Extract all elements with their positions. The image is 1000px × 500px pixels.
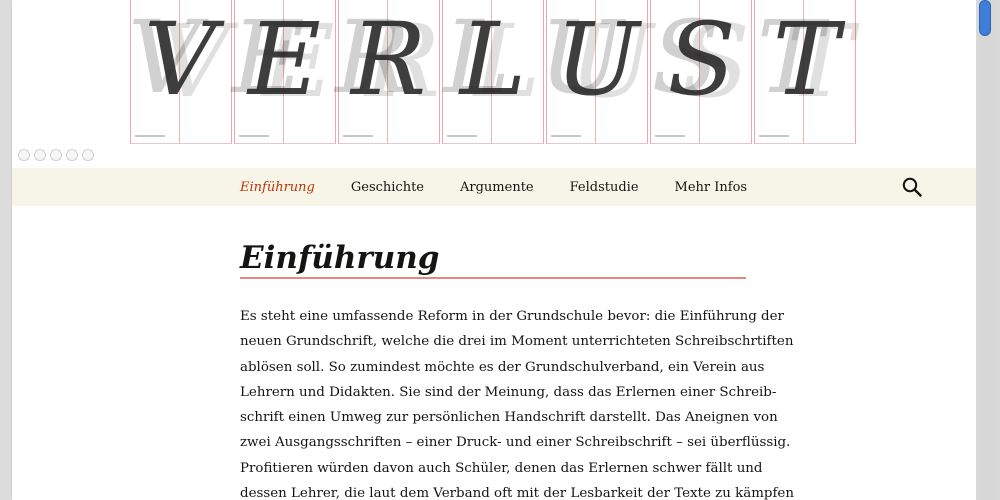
search-icon[interactable] bbox=[902, 177, 922, 197]
page-title: Einführung bbox=[240, 240, 440, 276]
slider-dot[interactable] bbox=[50, 149, 62, 161]
article-body: Es steht eine umfassende Reform in der G… bbox=[240, 304, 794, 500]
article-line: schrift einen Umweg zur persönlichen Han… bbox=[240, 410, 778, 426]
nav-item-argumente[interactable]: Argumente bbox=[460, 180, 534, 195]
browser-page: V V V E E E R R R L L L U U U S S S T T … bbox=[12, 0, 976, 500]
article-line: ablösen soll. So zumindest möchte es der… bbox=[240, 359, 765, 375]
banner-letter: T T T bbox=[756, 0, 854, 120]
banner-letter: L L L bbox=[443, 0, 541, 120]
title-divider bbox=[240, 277, 746, 279]
nav-item-einfuehrung[interactable]: Einführung bbox=[240, 180, 315, 195]
scrollbar-track[interactable] bbox=[978, 0, 994, 500]
nav-item-geschichte[interactable]: Geschichte bbox=[351, 180, 424, 195]
banner-letter: U U U bbox=[539, 0, 654, 120]
article-line: neuen Grundschrift, welche die drei im M… bbox=[240, 334, 794, 350]
scrollbar-thumb[interactable] bbox=[979, 0, 991, 36]
slider-dot[interactable] bbox=[82, 149, 94, 161]
nav-item-feldstudie[interactable]: Feldstudie bbox=[570, 180, 639, 195]
slider-dots bbox=[18, 149, 94, 161]
banner-letter: E E E bbox=[231, 0, 335, 120]
slider-dot[interactable] bbox=[18, 149, 30, 161]
banner-title: V V V E E E R R R L L L U U U S S S T T … bbox=[127, 0, 856, 145]
article-line: Es steht eine umfassende Reform in der G… bbox=[240, 309, 784, 324]
slider-dot[interactable] bbox=[34, 149, 46, 161]
main-navigation: Einführung Geschichte Argumente Feldstud… bbox=[12, 168, 976, 206]
slider-dot[interactable] bbox=[66, 149, 78, 161]
article-line: dessen Lehrer, die laut dem Verband oft … bbox=[240, 486, 794, 500]
article-content: Einführung Es steht eine umfassende Refo… bbox=[240, 206, 794, 500]
nav-item-mehr-infos[interactable]: Mehr Infos bbox=[675, 180, 748, 195]
banner-letter: S S S bbox=[651, 0, 750, 120]
banner-letter: V V V bbox=[127, 0, 231, 120]
article-line: zwei Ausgangsschriften – einer Druck- un… bbox=[240, 435, 791, 451]
banner-letter: R R R bbox=[335, 0, 441, 120]
header-banner[interactable]: V V V E E E R R R L L L U U U S S S T T … bbox=[127, 0, 856, 145]
article-line: Lehrern und Didakten. Sie sind der Meinu… bbox=[240, 384, 777, 400]
window-left-edge bbox=[0, 0, 12, 500]
article-line: Profitieren würden davon auch Schüler, d… bbox=[240, 460, 763, 476]
nav-menu: Einführung Geschichte Argumente Feldstud… bbox=[240, 168, 783, 206]
